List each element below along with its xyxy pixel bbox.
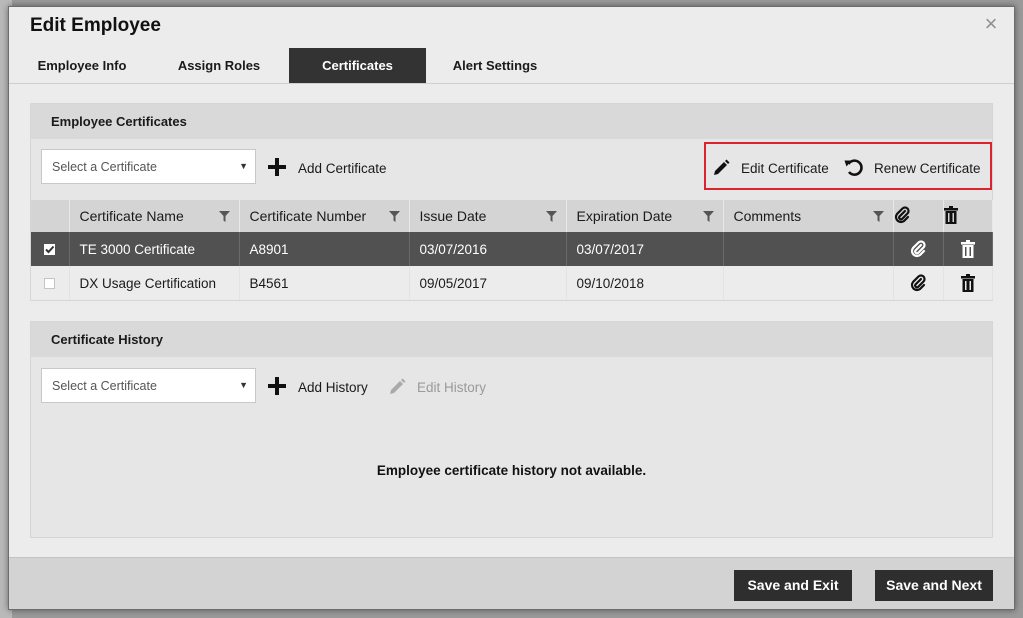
cell-comments bbox=[723, 266, 894, 300]
paperclip-icon[interactable] bbox=[910, 274, 926, 292]
close-icon[interactable]: × bbox=[982, 13, 1000, 35]
renew-certificate-button[interactable]: Renew Certificate bbox=[843, 156, 988, 180]
cell-certificate-number: A8901 bbox=[239, 232, 410, 266]
column-delete bbox=[943, 200, 993, 232]
table-header-row: Certificate Name Certificate Number Issu… bbox=[31, 200, 993, 232]
paperclip-icon[interactable] bbox=[910, 240, 926, 258]
cell-issue-date: 09/05/2017 bbox=[409, 266, 567, 300]
select-all-column bbox=[31, 200, 70, 232]
chevron-down-icon: ▼ bbox=[239, 380, 248, 390]
row-checkbox-cell bbox=[31, 232, 70, 266]
add-history-button[interactable]: Add History bbox=[267, 375, 377, 399]
chevron-down-icon: ▼ bbox=[239, 161, 248, 171]
filter-icon[interactable] bbox=[702, 211, 714, 222]
cell-comments bbox=[723, 232, 894, 266]
history-certificate-select[interactable]: Select a Certificate ▼ bbox=[41, 368, 256, 403]
certificate-history-panel: Certificate History Select a Certificate… bbox=[30, 321, 993, 538]
table-row[interactable]: DX Usage Certification B4561 09/05/2017 … bbox=[31, 266, 993, 300]
cell-attachment bbox=[893, 266, 944, 300]
dialog-footer: Save and Exit Save and Next bbox=[9, 557, 1014, 609]
save-and-next-button[interactable]: Save and Next bbox=[875, 570, 993, 601]
cell-delete bbox=[943, 266, 993, 300]
column-comments-label: Comments bbox=[733, 208, 802, 224]
certificate-history-title: Certificate History bbox=[51, 332, 163, 347]
column-expiration-date[interactable]: Expiration Date bbox=[566, 200, 724, 232]
tab-bar: Employee Info Assign Roles Certificates … bbox=[9, 48, 1014, 84]
renew-certificate-label: Renew Certificate bbox=[874, 161, 981, 176]
paperclip-icon bbox=[894, 205, 910, 223]
employee-certificates-header: Employee Certificates bbox=[31, 104, 992, 139]
filter-icon[interactable] bbox=[872, 211, 884, 222]
pencil-icon bbox=[390, 378, 406, 394]
employee-certificates-title: Employee Certificates bbox=[51, 114, 187, 129]
edit-certificate-button[interactable]: Edit Certificate bbox=[711, 156, 833, 180]
cell-issue-date: 03/07/2016 bbox=[409, 232, 567, 266]
edit-history-button[interactable]: Edit History bbox=[387, 375, 497, 399]
filter-icon[interactable] bbox=[388, 211, 400, 222]
row-checkbox[interactable] bbox=[44, 244, 56, 256]
cell-attachment bbox=[893, 232, 944, 266]
column-expiration-date-label: Expiration Date bbox=[576, 208, 673, 224]
column-comments[interactable]: Comments bbox=[723, 200, 894, 232]
edit-history-label: Edit History bbox=[417, 380, 487, 395]
row-checkbox-cell bbox=[31, 266, 70, 300]
cell-certificate-number: B4561 bbox=[239, 266, 410, 300]
certificate-select-placeholder: Select a Certificate bbox=[52, 160, 157, 174]
employee-certificates-panel: Employee Certificates Select a Certifica… bbox=[30, 103, 993, 301]
tab-assign-roles[interactable]: Assign Roles bbox=[151, 48, 287, 83]
add-certificate-label: Add Certificate bbox=[298, 161, 387, 176]
plus-icon bbox=[268, 158, 286, 176]
tab-certificates[interactable]: Certificates bbox=[289, 48, 426, 83]
tab-alert-settings[interactable]: Alert Settings bbox=[429, 48, 561, 83]
history-empty-message: Employee certificate history not availab… bbox=[376, 463, 647, 478]
trash-icon bbox=[943, 205, 958, 224]
save-and-exit-button[interactable]: Save and Exit bbox=[734, 570, 852, 601]
row-checkbox[interactable] bbox=[44, 278, 56, 290]
cell-delete bbox=[943, 232, 993, 266]
column-issue-date-label: Issue Date bbox=[419, 208, 487, 224]
trash-icon[interactable] bbox=[960, 274, 975, 292]
renew-icon bbox=[844, 159, 863, 176]
column-attachment bbox=[893, 200, 944, 232]
cell-certificate-name: TE 3000 Certificate bbox=[69, 232, 240, 266]
checkmark-icon bbox=[45, 246, 55, 254]
table-row[interactable]: TE 3000 Certificate A8901 03/07/2016 03/… bbox=[31, 232, 993, 266]
edit-employee-dialog: Edit Employee × Employee Info Assign Rol… bbox=[8, 6, 1015, 610]
certificate-history-header: Certificate History bbox=[31, 322, 992, 357]
column-certificate-number[interactable]: Certificate Number bbox=[239, 200, 410, 232]
dialog-title: Edit Employee bbox=[30, 15, 161, 36]
column-certificate-name[interactable]: Certificate Name bbox=[69, 200, 240, 232]
column-issue-date[interactable]: Issue Date bbox=[409, 200, 567, 232]
filter-icon[interactable] bbox=[218, 211, 230, 222]
certificates-table: Certificate Name Certificate Number Issu… bbox=[31, 200, 993, 300]
cell-certificate-name: DX Usage Certification bbox=[69, 266, 240, 300]
column-certificate-number-label: Certificate Number bbox=[249, 208, 367, 224]
pencil-icon bbox=[714, 159, 730, 175]
edit-certificate-label: Edit Certificate bbox=[741, 161, 829, 176]
plus-icon bbox=[268, 377, 286, 395]
cell-expiration-date: 09/10/2018 bbox=[566, 266, 724, 300]
filter-icon[interactable] bbox=[545, 211, 557, 222]
column-certificate-name-label: Certificate Name bbox=[79, 208, 184, 224]
tab-employee-info[interactable]: Employee Info bbox=[17, 48, 147, 83]
add-history-label: Add History bbox=[298, 380, 368, 395]
certificate-select[interactable]: Select a Certificate ▼ bbox=[41, 149, 256, 184]
add-certificate-button[interactable]: Add Certificate bbox=[267, 156, 397, 180]
cell-expiration-date: 03/07/2017 bbox=[566, 232, 724, 266]
history-select-placeholder: Select a Certificate bbox=[52, 379, 157, 393]
trash-icon[interactable] bbox=[960, 240, 975, 258]
